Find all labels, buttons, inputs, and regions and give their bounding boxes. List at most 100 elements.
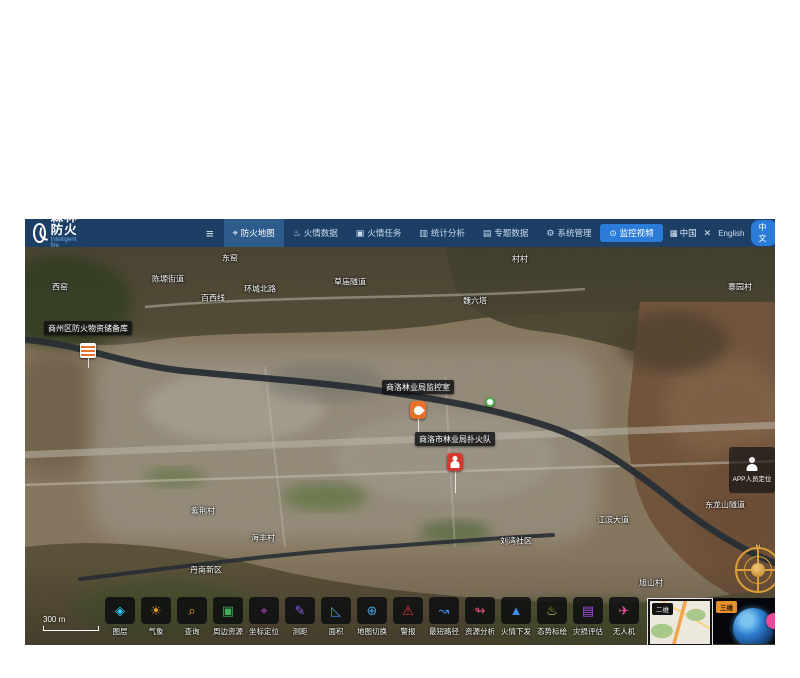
satellite-map[interactable]: 东窑村村陈塬街道草庙隧道西窑环城北路寨园村百西线魏六塔紫荆村海丰村丹南新区刘湾社…: [25, 247, 775, 645]
tool-weather[interactable]: ☀ 气象: [139, 597, 173, 637]
tool-label: 气象: [149, 626, 164, 637]
tool-shortest-path[interactable]: ↝最短路径: [427, 597, 461, 637]
lang-english-button[interactable]: English: [718, 229, 744, 238]
layers-icon: ◈: [115, 603, 125, 619]
weather-icon: ☀: [150, 603, 162, 619]
marker-label-warehouse[interactable]: 商州区防火物资储备库: [44, 321, 132, 335]
marker-label-fire-team[interactable]: 商洛市林业局扑火队: [415, 432, 495, 446]
tool-label: 警报: [401, 626, 416, 637]
globe-tag: 三维: [716, 601, 737, 613]
minimap-tag: 二维: [652, 603, 673, 615]
nav-tab-label: 专题数据: [494, 227, 528, 239]
scale-bar: [43, 626, 99, 631]
app-window: 森林防火 Intelligent fire prevention ≡ ⌖防火地图…: [25, 219, 775, 645]
fullscreen-icon[interactable]: ✕: [704, 228, 712, 239]
map-place-label: 刘湾社区: [500, 536, 532, 547]
map-place-label: 寨园村: [728, 282, 752, 293]
nav-tab-label: 统计分析: [431, 227, 465, 239]
tool-label: 火情下发: [501, 626, 531, 637]
lang-chinese-button[interactable]: 中文: [751, 220, 775, 246]
play-circle-icon: ⊙: [609, 228, 616, 239]
marker-label-monitor-room[interactable]: 商洛林业局监控室: [382, 380, 454, 394]
map-scale: 300 m: [43, 615, 99, 631]
measure-area-icon: ◺: [331, 603, 341, 619]
damage-assess-icon: ▤: [582, 603, 594, 619]
alarm-icon: ⚠: [402, 603, 414, 619]
region-icon: ▦: [670, 228, 678, 239]
nearby-resources-icon: ▣: [222, 603, 234, 619]
map-place-label: 环城北路: [244, 284, 276, 295]
drone-icon: ✈: [619, 603, 630, 619]
fire-team-icon: [447, 453, 463, 471]
tool-measure-distance[interactable]: ✎ 测距: [283, 597, 317, 637]
nav-tab-label: 火情任务: [367, 227, 401, 239]
tool-label: 测距: [293, 626, 308, 637]
hamburger-menu-icon[interactable]: ≡: [206, 226, 214, 241]
tool-damage-assess[interactable]: ▤ 灾损评估: [571, 597, 605, 637]
map-place-label: 海丰村: [251, 533, 275, 544]
region-selector[interactable]: ▦ 中国: [670, 227, 697, 239]
tool-map-switch[interactable]: ⊕地图切换: [355, 597, 389, 637]
coordinate-locate-icon: ⌖: [260, 603, 267, 619]
map-place-label: 旭山村: [639, 578, 663, 589]
map-place-label: 草庙隧道: [334, 277, 366, 288]
compass-globe-icon: [751, 563, 765, 577]
tool-nearby-resources[interactable]: ▣周边资源: [211, 597, 245, 637]
nav-tab-topic-data[interactable]: ▤专题数据: [474, 219, 538, 247]
tool-resource-analysis[interactable]: ↬ 资源分析: [463, 597, 497, 637]
map-place-label: 魏六塔: [463, 296, 487, 307]
map-place-label: 江滨大道: [597, 515, 629, 526]
warehouse-icon: [80, 343, 96, 358]
map-place-label: 陈塬街道: [152, 274, 184, 285]
nav-tab-fire-data[interactable]: ♨火情数据: [284, 219, 347, 247]
tool-label: 态势标绘: [537, 626, 567, 637]
app-locator-label: APP人员定位: [732, 473, 771, 483]
tool-alarm[interactable]: ⚠ 警报: [391, 597, 425, 637]
marker-leader-line: [455, 471, 456, 493]
fire-dispatch-icon: ▲: [510, 603, 523, 618]
tool-measure-area[interactable]: ◺面积: [319, 597, 353, 637]
tool-coordinate-locate[interactable]: ⌖ 坐标定位: [247, 597, 281, 637]
app-title: 森林防火: [51, 219, 86, 236]
map-place-label: 东龙山隧道: [705, 500, 745, 511]
tool-drone[interactable]: ✈无人机: [607, 597, 641, 637]
resource-analysis-icon: ↬: [475, 603, 486, 619]
camera-poi-icon[interactable]: [485, 397, 495, 407]
scale-label: 300 m: [43, 615, 65, 624]
map-place-label: 村村: [512, 254, 528, 265]
tool-fire-dispatch[interactable]: ▲ 火情下发: [499, 597, 533, 637]
monitor-video-button[interactable]: ⊙ 监控视频: [600, 224, 662, 242]
shortest-path-icon: ↝: [439, 603, 450, 619]
fire-task-icon: ▣: [356, 228, 365, 239]
nav-tab-label: 系统管理: [557, 227, 591, 239]
header-right-cluster: ⊙ 监控视频 ▦ 中国 ✕ English 中文 您好 admin3 ⚙: [600, 220, 775, 246]
tool-label: 灾损评估: [573, 626, 603, 637]
minimap-2d-preview[interactable]: 二维: [648, 599, 712, 645]
marker-fire-team[interactable]: [447, 453, 463, 493]
globe-side-button[interactable]: [766, 613, 775, 629]
tool-label: 坐标定位: [249, 626, 279, 637]
tool-label: 资源分析: [465, 626, 495, 637]
map-switch-icon: ⊕: [367, 603, 378, 619]
globe-3d-preview[interactable]: 三维: [713, 598, 775, 644]
tool-situation-plot[interactable]: ♨ 态势标绘: [535, 597, 569, 637]
marker-warehouse[interactable]: [80, 343, 96, 368]
situation-plot-icon: ♨: [546, 603, 558, 619]
app-personnel-locator-panel[interactable]: APP人员定位: [729, 447, 775, 493]
nav-tab-stats[interactable]: ▥统计分析: [410, 219, 474, 247]
nav-tab-fire-map[interactable]: ⌖防火地图: [224, 219, 284, 247]
search-icon: ⌕: [188, 603, 195, 619]
top-nav-bar: 森林防火 Intelligent fire prevention ≡ ⌖防火地图…: [25, 219, 775, 247]
topic-data-icon: ▤: [483, 228, 492, 239]
tool-search[interactable]: ⌕ 查询: [175, 597, 209, 637]
nav-tab-label: 火情数据: [304, 227, 338, 239]
tool-label: 查询: [185, 626, 200, 637]
compass-control[interactable]: N: [735, 547, 775, 593]
measure-distance-icon: ✎: [295, 603, 306, 619]
nav-tab-fire-task[interactable]: ▣火情任务: [347, 219, 411, 247]
tool-layers[interactable]: ◈图层: [103, 597, 137, 637]
map-place-label: 百西线: [201, 293, 225, 304]
person-icon: [746, 457, 758, 471]
nav-tab-system[interactable]: ⚙系统管理: [537, 219, 600, 247]
flame-icon: [410, 401, 426, 419]
